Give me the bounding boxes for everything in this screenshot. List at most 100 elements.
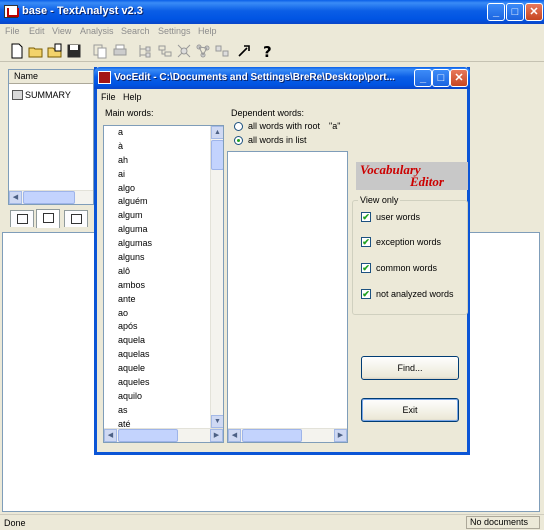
main-word-item[interactable]: as [118, 404, 152, 418]
logo-line-2: Editor [410, 174, 444, 189]
new-document-icon[interactable] [9, 43, 25, 59]
main-word-item[interactable]: aqueles [118, 376, 152, 390]
dependent-words-list[interactable]: ◀ ▶ [227, 151, 348, 443]
main-word-item[interactable]: algo [118, 182, 152, 196]
documents-icon [17, 214, 28, 224]
checkbox-common-words[interactable]: ✔ [361, 263, 371, 273]
scroll-left-arrow-icon[interactable]: ◀ [228, 429, 241, 442]
main-words-hscroll-thumb[interactable] [118, 429, 178, 442]
main-word-item[interactable]: ante [118, 293, 152, 307]
main-words-scroll-thumb[interactable] [211, 140, 223, 170]
main-word-item[interactable]: após [118, 320, 152, 334]
main-words-horizontal-scrollbar[interactable]: ◀ ▶ [104, 428, 223, 442]
menu-search[interactable]: Search [121, 26, 150, 36]
checkbox-user-words[interactable]: ✔ [361, 212, 371, 222]
main-words-list[interactable]: a à ah ai algo alguém algum alguma algumas alguns… [103, 125, 224, 443]
menu-analysis[interactable]: Analysis [80, 26, 114, 36]
main-word-item[interactable]: ao [118, 307, 152, 321]
dependent-words-horizontal-scrollbar[interactable]: ◀ ▶ [228, 428, 347, 442]
main-word-item[interactable]: à [118, 140, 152, 154]
main-word-item[interactable]: aquelas [118, 348, 152, 362]
main-word-item[interactable]: aquela [118, 334, 152, 348]
exception-words-label: exception words [376, 237, 442, 247]
menu-file[interactable]: File [5, 26, 20, 36]
app-title-bar: base - TextAnalyst v2.3 _ □ ✕ [0, 0, 544, 24]
exit-button[interactable]: Exit [361, 398, 459, 422]
dialog-close-button[interactable]: ✕ [450, 69, 468, 87]
main-word-item[interactable]: alô [118, 265, 152, 279]
dialog-maximize-button[interactable]: □ [432, 69, 450, 87]
menu-help[interactable]: Help [198, 26, 217, 36]
main-word-item[interactable]: aquele [118, 362, 152, 376]
status-text: Done [4, 518, 26, 528]
menu-edit[interactable]: Edit [29, 26, 45, 36]
scroll-up-arrow-icon[interactable]: ▲ [211, 126, 223, 139]
find-button[interactable]: Find... [361, 356, 459, 380]
help-icon[interactable]: ? [259, 43, 275, 59]
tree-horizontal-scrollbar[interactable]: ◀ [9, 190, 93, 204]
radio-root-value: "a" [329, 121, 341, 131]
main-word-item[interactable]: algum [118, 209, 152, 223]
checkbox-exception-words[interactable]: ✔ [361, 237, 371, 247]
open-folder-icon[interactable] [28, 43, 44, 59]
radio-root-label: all words with root [248, 121, 321, 131]
app-toolbar: ? [0, 40, 544, 62]
view-only-group: View only ✔ user words ✔ exception words… [352, 195, 468, 315]
checkbox-not-analyzed-words[interactable]: ✔ [361, 289, 371, 299]
semantic-network-icon [196, 44, 210, 58]
tab-hierarchy[interactable] [36, 209, 60, 228]
main-words-vertical-scrollbar[interactable]: ▲ ▼ [210, 126, 223, 428]
minimize-button[interactable]: _ [487, 3, 505, 21]
main-word-item[interactable]: a [118, 126, 152, 140]
scroll-left-arrow-icon[interactable]: ◀ [104, 429, 117, 442]
menu-settings[interactable]: Settings [158, 26, 191, 36]
left-pane-tabs [8, 209, 94, 228]
vocedit-dialog: VocEdit - C:\Documents and Settings\BreR… [94, 67, 470, 455]
pointer-tool-icon[interactable] [236, 43, 252, 59]
dialog-menu-file[interactable]: File [101, 92, 116, 102]
menu-view[interactable]: View [52, 26, 71, 36]
dialog-menu-bar: File Help [97, 91, 467, 105]
main-word-item[interactable]: aquilo [118, 390, 152, 404]
not-analyzed-words-label: not analyzed words [376, 289, 454, 299]
main-words-items: a à ah ai algo alguém algum alguma algumas alguns… [118, 126, 152, 432]
dialog-title-bar: VocEdit - C:\Documents and Settings\BreR… [94, 67, 470, 89]
document-count-panel: No documents [466, 516, 540, 529]
tree-scroll-thumb[interactable] [23, 191, 75, 204]
scroll-right-arrow-icon[interactable]: ▶ [334, 429, 347, 442]
vocedit-app-icon [98, 71, 111, 84]
open-file-icon[interactable] [47, 43, 63, 59]
user-words-label: user words [376, 212, 421, 222]
summary-icon [12, 90, 23, 100]
scroll-right-arrow-icon[interactable]: ▶ [210, 429, 223, 442]
status-bar: Done No documents [0, 514, 544, 530]
main-word-item[interactable]: ai [118, 168, 152, 182]
main-word-item[interactable]: algumas [118, 237, 152, 251]
main-word-item[interactable]: alguém [118, 195, 152, 209]
tab-documents[interactable] [10, 210, 34, 227]
hierarchy-icon [43, 213, 54, 223]
scroll-left-arrow-icon[interactable]: ◀ [9, 191, 22, 204]
tree-view-icon [139, 45, 151, 58]
tree-item-summary[interactable]: SUMMARY [12, 89, 71, 101]
svg-text:?: ? [263, 43, 272, 59]
tab-tree[interactable] [64, 210, 88, 227]
radio-all-words-in-list[interactable] [234, 136, 243, 145]
maximize-button[interactable]: □ [506, 3, 524, 21]
dialog-menu-help[interactable]: Help [123, 92, 142, 102]
common-words-label: common words [376, 263, 438, 273]
main-word-item[interactable]: ambos [118, 279, 152, 293]
radio-all-words-with-root[interactable] [234, 122, 243, 131]
main-word-item[interactable]: ah [118, 154, 152, 168]
save-icon[interactable] [66, 43, 82, 59]
view-only-label: View only [358, 195, 401, 205]
close-button[interactable]: ✕ [525, 3, 543, 21]
main-word-item[interactable]: alguns [118, 251, 152, 265]
dependent-words-hscroll-thumb[interactable] [242, 429, 302, 442]
dialog-minimize-button[interactable]: _ [414, 69, 432, 87]
print-icon [113, 44, 127, 56]
scroll-down-arrow-icon[interactable]: ▼ [211, 415, 223, 428]
network-icon [177, 44, 191, 58]
name-column-header[interactable]: Name [9, 70, 93, 84]
main-word-item[interactable]: alguma [118, 223, 152, 237]
